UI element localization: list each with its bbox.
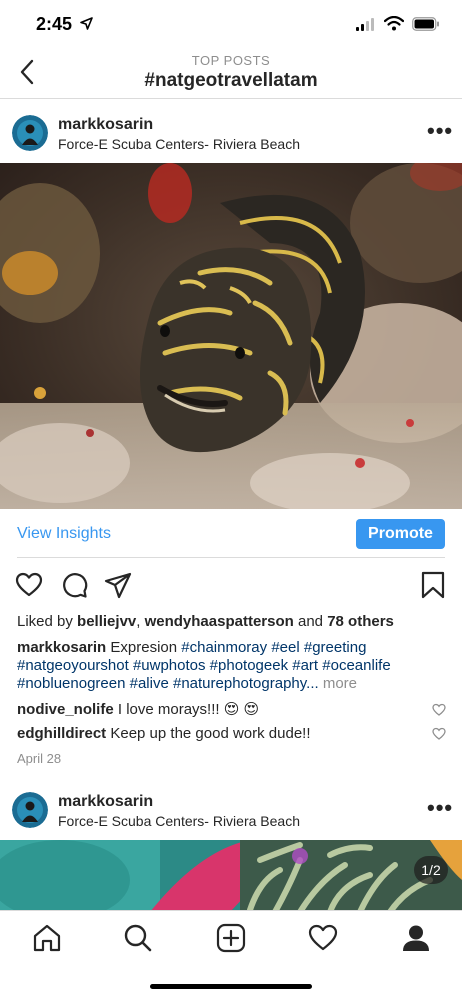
post-location[interactable]: Force-E Scuba Centers- Riviera Beach [58, 813, 300, 829]
caption-line-3: #nobluenogreen #alive #naturephotography… [17, 675, 357, 693]
profile-icon[interactable] [401, 923, 431, 953]
wifi-icon [384, 16, 404, 31]
hashtag[interactable]: #art [292, 657, 318, 674]
hashtag[interactable]: #greeting [304, 639, 367, 656]
heart-icon[interactable] [15, 571, 43, 599]
status-icons [356, 16, 440, 31]
post-location[interactable]: Force-E Scuba Centers- Riviera Beach [58, 136, 300, 152]
comment-row: nodive_nolife I love morays!!! 😍 😍 [17, 701, 259, 719]
hashtag[interactable]: #nobluenogreen [17, 675, 125, 692]
more-options-icon[interactable]: ••• [427, 795, 453, 821]
hashtag[interactable]: #natgeoyourshot [17, 657, 129, 674]
comment-row: edghilldirect Keep up the good work dude… [17, 725, 311, 743]
caption-username[interactable]: markkosarin [17, 639, 106, 656]
comment-username[interactable]: nodive_nolife [17, 701, 114, 718]
hashtag[interactable]: #chainmoray [181, 639, 267, 656]
more-options-icon[interactable]: ••• [427, 118, 453, 144]
bookmark-icon[interactable] [421, 571, 445, 599]
liker-username[interactable]: belliejvv [77, 613, 136, 630]
likes-prefix: Liked by [17, 613, 78, 630]
location-arrow-icon [80, 17, 93, 30]
likes-others-link[interactable]: 78 others [327, 613, 394, 630]
promote-button[interactable]: Promote [356, 519, 445, 549]
hashtag[interactable]: #photogeek [210, 657, 288, 674]
post-username[interactable]: markkosarin [58, 793, 153, 811]
hashtag[interactable]: #oceanlife [322, 657, 390, 674]
search-icon[interactable] [123, 923, 153, 953]
comment-icon[interactable] [60, 571, 88, 599]
comment-text: I love morays!!! [117, 701, 220, 718]
share-icon[interactable] [104, 571, 132, 599]
comment-username[interactable]: edghilldirect [17, 725, 106, 742]
view-insights-link[interactable]: View Insights [17, 525, 111, 543]
hashtag[interactable]: #uwphotos [133, 657, 206, 674]
header-subtitle: TOP POSTS [191, 53, 271, 68]
likes-and: and [293, 613, 328, 630]
add-post-icon[interactable] [216, 923, 246, 953]
hashtag[interactable]: #alive [130, 675, 169, 692]
likes-separator: , [136, 613, 145, 630]
post-username[interactable]: markkosarin [58, 116, 153, 134]
post-photo[interactable] [0, 163, 462, 509]
comment-emoji: 😍 😍 [223, 701, 260, 718]
liker-username[interactable]: wendyhaaspatterson [145, 613, 294, 630]
caption-line-1: markkosarin Expresion #chainmoray #eel #… [17, 639, 366, 657]
header-divider [0, 98, 462, 99]
comment-text: Keep up the good work dude!! [110, 725, 311, 742]
comment-like-heart-icon[interactable] [432, 703, 446, 716]
caption-line-2: #natgeoyourshot #uwphotos #photogeek #ar… [17, 657, 391, 675]
status-time: 2:45 [36, 14, 73, 34]
home-icon[interactable] [32, 923, 62, 953]
header-title: #natgeotravellatam [144, 70, 318, 91]
post-photo[interactable] [0, 840, 462, 912]
hashtag[interactable]: #naturephotography... [173, 675, 319, 692]
avatar[interactable] [12, 115, 48, 151]
insights-divider [17, 557, 445, 558]
caption-text: Expresion [110, 639, 178, 656]
likes-line: Liked by belliejvv, wendyhaaspatterson a… [17, 613, 394, 631]
signal-icon [356, 17, 374, 31]
comment-like-heart-icon[interactable] [432, 727, 446, 740]
post-date: April 28 [17, 751, 62, 766]
activity-heart-icon[interactable] [308, 923, 338, 953]
carousel-counter: 1/2 [414, 856, 448, 884]
home-indicator [150, 984, 312, 989]
avatar[interactable] [12, 792, 48, 828]
caption-more-link[interactable]: more [323, 675, 357, 692]
hashtag[interactable]: #eel [271, 639, 299, 656]
battery-icon [412, 16, 439, 31]
